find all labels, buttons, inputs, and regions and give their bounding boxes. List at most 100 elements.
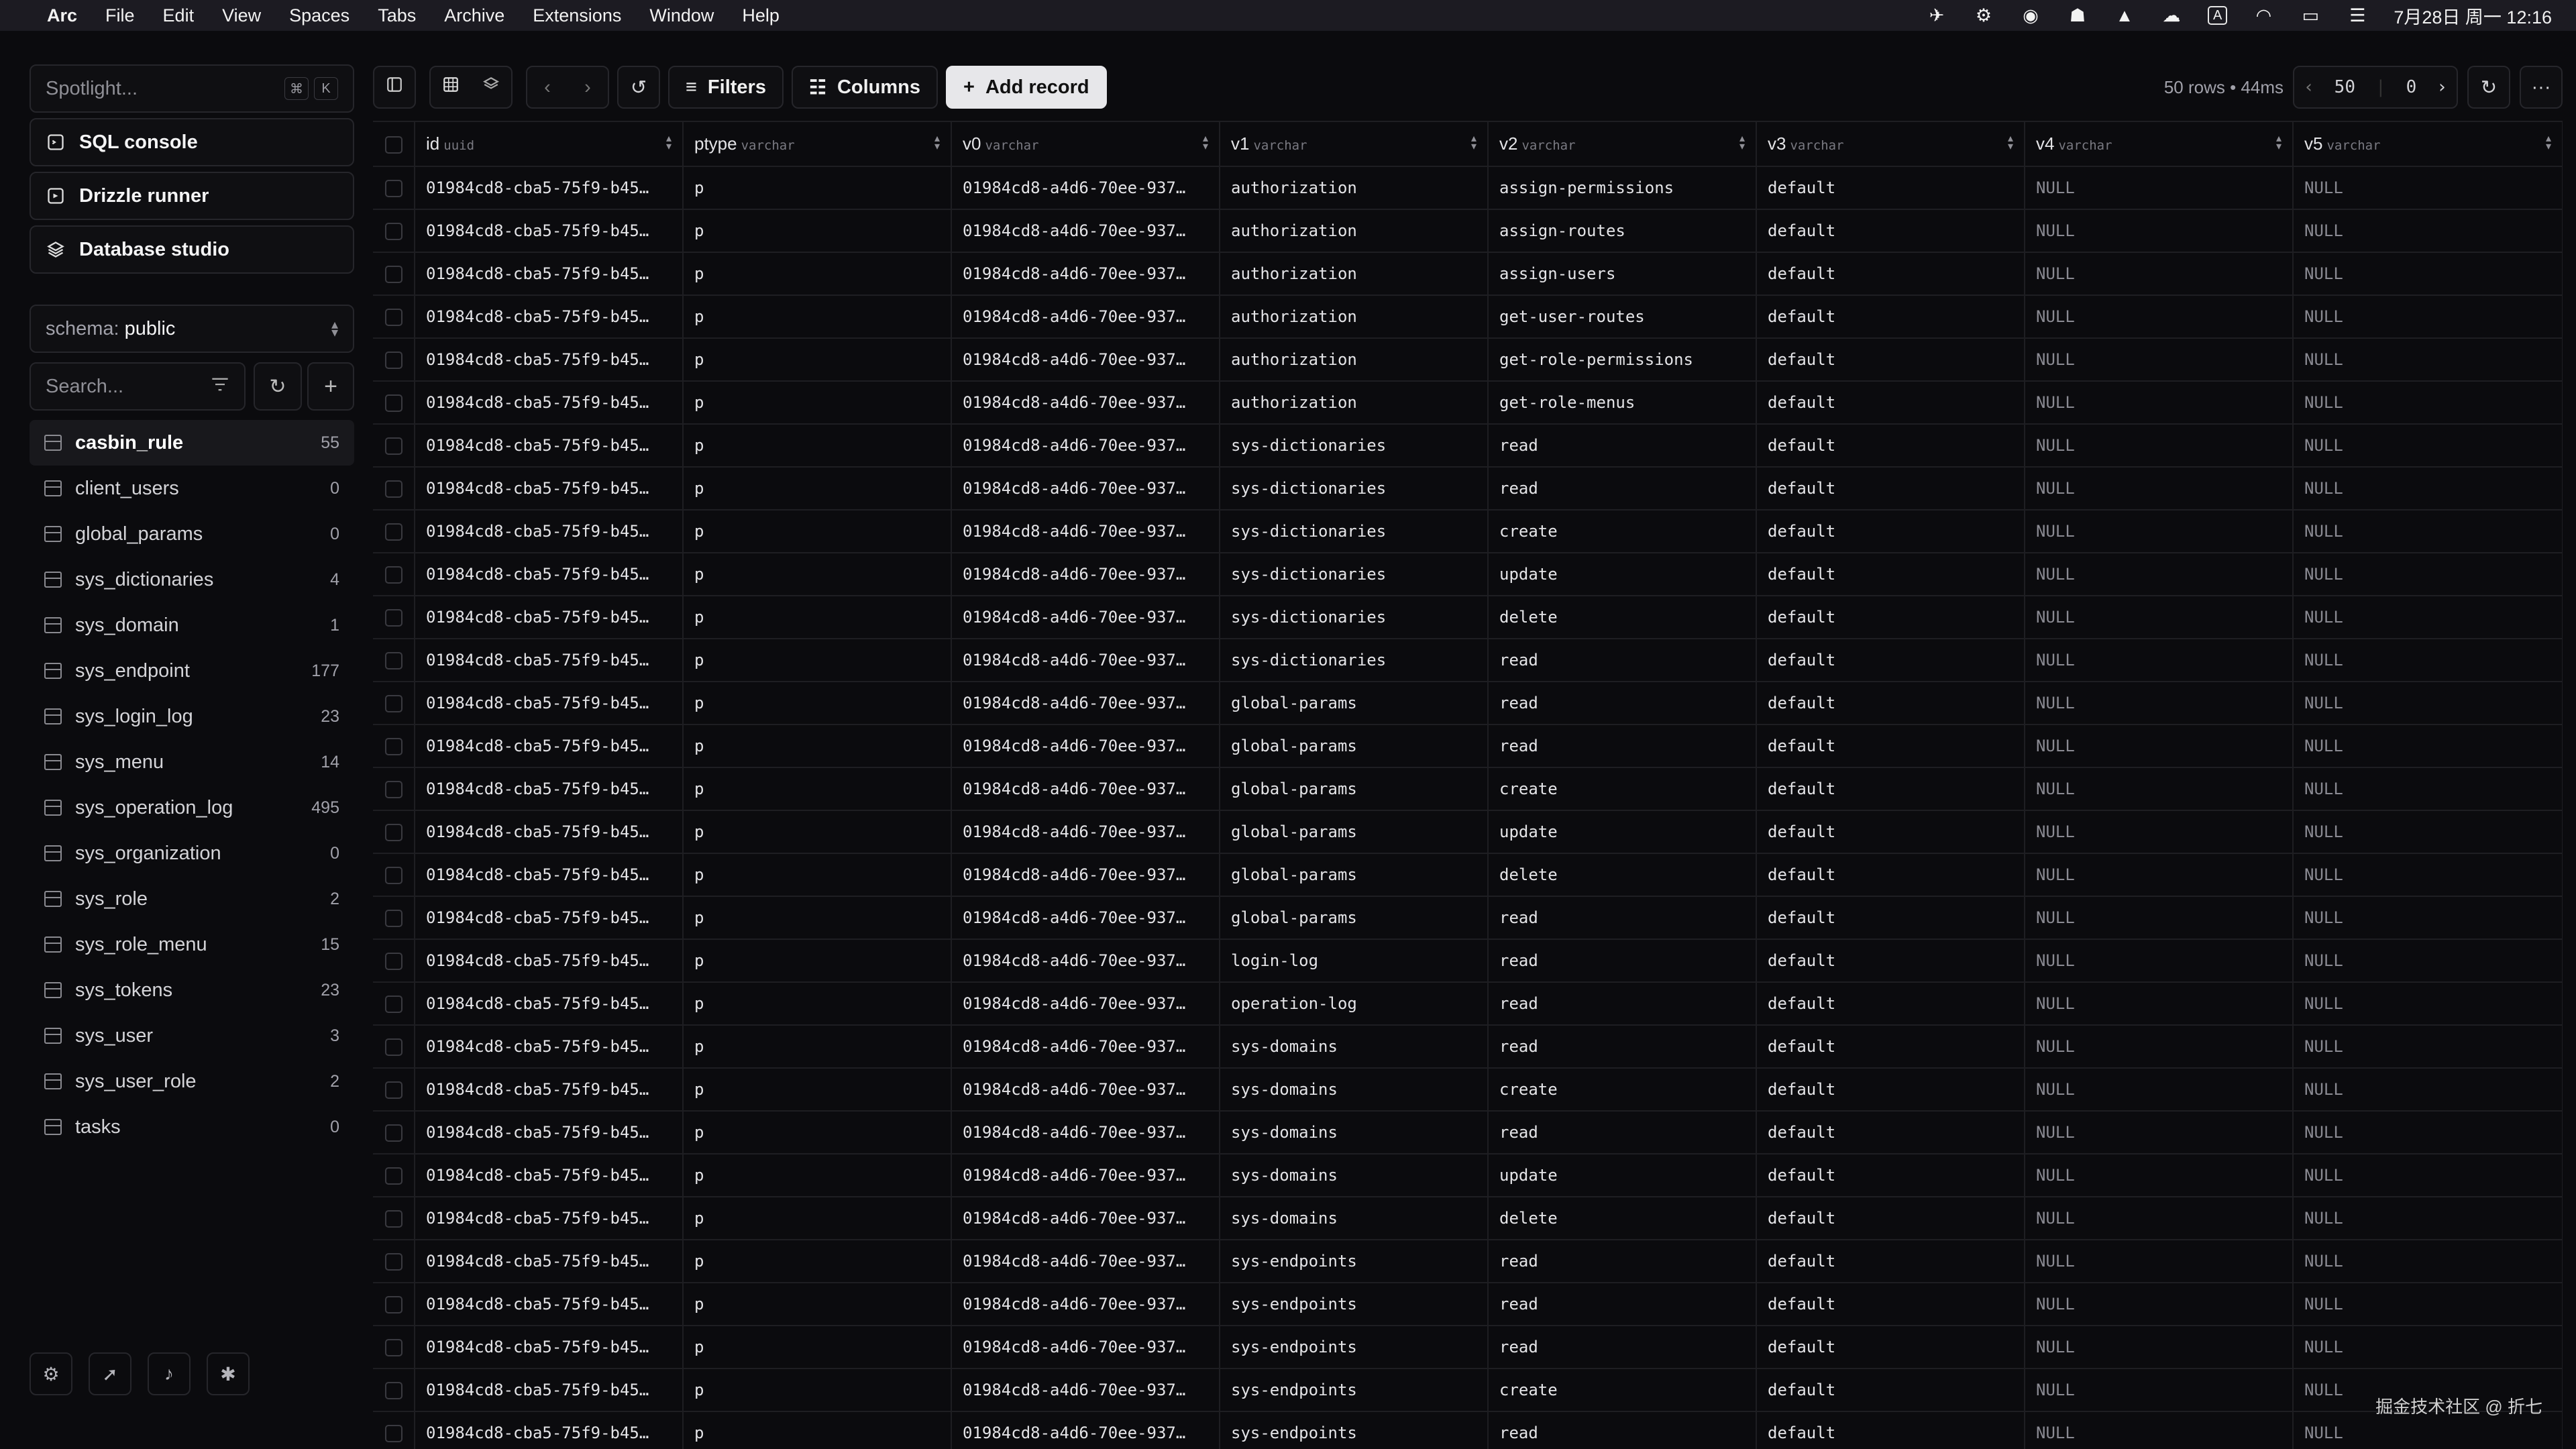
cell-v5[interactable]: NULL bbox=[2293, 682, 2563, 725]
cell-v2[interactable]: read bbox=[1488, 724, 1757, 768]
table-row[interactable]: 01984cd8-cba5-75f9-b45… p 01984cd8-a4d6-70… bbox=[373, 724, 2563, 768]
cell-id[interactable]: 01984cd8-cba5-75f9-b45… bbox=[415, 1025, 684, 1069]
cell-v2[interactable]: delete bbox=[1488, 853, 1757, 897]
table-list-item[interactable]: casbin_rule 55 bbox=[30, 420, 354, 466]
cell-v3[interactable]: default bbox=[1756, 467, 2025, 511]
cell-ptype[interactable]: p bbox=[683, 596, 952, 639]
cell-v1[interactable]: authorization bbox=[1220, 381, 1489, 425]
row-checkbox[interactable] bbox=[373, 467, 415, 511]
cell-v1[interactable]: sys-endpoints bbox=[1220, 1368, 1489, 1412]
row-checkbox[interactable] bbox=[373, 1197, 415, 1240]
notification-icon[interactable]: ▲ bbox=[2114, 5, 2135, 25]
table-row[interactable]: 01984cd8-cba5-75f9-b45… p 01984cd8-a4d6-70… bbox=[373, 166, 2563, 210]
cell-v0[interactable]: 01984cd8-a4d6-70ee-937… bbox=[951, 1283, 1220, 1326]
cell-id[interactable]: 01984cd8-cba5-75f9-b45… bbox=[415, 553, 684, 596]
cell-ptype[interactable]: p bbox=[683, 510, 952, 553]
cell-v0[interactable]: 01984cd8-a4d6-70ee-937… bbox=[951, 1240, 1220, 1283]
table-list-item[interactable]: sys_domain 1 bbox=[30, 602, 354, 648]
table-row[interactable]: 01984cd8-cba5-75f9-b45… p 01984cd8-a4d6-70… bbox=[373, 939, 2563, 983]
cell-v3[interactable]: default bbox=[1756, 338, 2025, 382]
nav-database-studio[interactable]: Database studio bbox=[30, 225, 354, 274]
view-toggle[interactable] bbox=[429, 66, 513, 109]
column-header-v5[interactable]: v5 varchar ▴ ▾ bbox=[2293, 122, 2563, 167]
row-checkbox[interactable] bbox=[373, 209, 415, 253]
cell-v2[interactable]: delete bbox=[1488, 596, 1757, 639]
cell-v1[interactable]: sys-dictionaries bbox=[1220, 596, 1489, 639]
cell-v2[interactable]: create bbox=[1488, 510, 1757, 553]
cell-v1[interactable]: sys-endpoints bbox=[1220, 1326, 1489, 1369]
cell-v5[interactable]: NULL bbox=[2293, 381, 2563, 425]
cell-v5[interactable]: NULL bbox=[2293, 853, 2563, 897]
cell-id[interactable]: 01984cd8-cba5-75f9-b45… bbox=[415, 853, 684, 897]
history-button[interactable]: ↺ bbox=[617, 66, 660, 109]
cell-v3[interactable]: default bbox=[1756, 596, 2025, 639]
cell-v4[interactable]: NULL bbox=[2025, 166, 2294, 210]
cell-v1[interactable]: global-params bbox=[1220, 767, 1489, 811]
cell-v1[interactable]: authorization bbox=[1220, 166, 1489, 210]
cell-v0[interactable]: 01984cd8-a4d6-70ee-937… bbox=[951, 939, 1220, 983]
cell-v2[interactable]: create bbox=[1488, 767, 1757, 811]
next-page-icon[interactable]: › bbox=[2436, 77, 2447, 97]
cell-v0[interactable]: 01984cd8-a4d6-70ee-937… bbox=[951, 381, 1220, 425]
cell-v1[interactable]: sys-endpoints bbox=[1220, 1283, 1489, 1326]
table-row[interactable]: 01984cd8-cba5-75f9-b45… p 01984cd8-a4d6-70… bbox=[373, 767, 2563, 811]
cell-v5[interactable]: NULL bbox=[2293, 1283, 2563, 1326]
cell-v4[interactable]: NULL bbox=[2025, 639, 2294, 682]
cell-v5[interactable]: NULL bbox=[2293, 338, 2563, 382]
cell-v5[interactable]: NULL bbox=[2293, 553, 2563, 596]
table-row[interactable]: 01984cd8-cba5-75f9-b45… p 01984cd8-a4d6-70… bbox=[373, 1411, 2563, 1449]
cell-v5[interactable]: NULL bbox=[2293, 1111, 2563, 1155]
cell-v5[interactable]: NULL bbox=[2293, 166, 2563, 210]
cell-ptype[interactable]: p bbox=[683, 1368, 952, 1412]
cell-id[interactable]: 01984cd8-cba5-75f9-b45… bbox=[415, 1197, 684, 1240]
cell-id[interactable]: 01984cd8-cba5-75f9-b45… bbox=[415, 381, 684, 425]
cell-v0[interactable]: 01984cd8-a4d6-70ee-937… bbox=[951, 1197, 1220, 1240]
cell-ptype[interactable]: p bbox=[683, 639, 952, 682]
cell-id[interactable]: 01984cd8-cba5-75f9-b45… bbox=[415, 1111, 684, 1155]
cell-v0[interactable]: 01984cd8-a4d6-70ee-937… bbox=[951, 338, 1220, 382]
cell-v1[interactable]: authorization bbox=[1220, 338, 1489, 382]
cell-ptype[interactable]: p bbox=[683, 209, 952, 253]
table-row[interactable]: 01984cd8-cba5-75f9-b45… p 01984cd8-a4d6-70… bbox=[373, 853, 2563, 897]
menu-item-help[interactable]: Help bbox=[742, 5, 780, 26]
cell-v3[interactable]: default bbox=[1756, 853, 2025, 897]
cell-v4[interactable]: NULL bbox=[2025, 1326, 2294, 1369]
cell-id[interactable]: 01984cd8-cba5-75f9-b45… bbox=[415, 1240, 684, 1283]
row-checkbox[interactable] bbox=[373, 166, 415, 210]
cell-v4[interactable]: NULL bbox=[2025, 682, 2294, 725]
cell-v1[interactable]: sys-domains bbox=[1220, 1068, 1489, 1112]
cell-v3[interactable]: default bbox=[1756, 1283, 2025, 1326]
column-header-id[interactable]: id uuid ▴ ▾ bbox=[415, 122, 684, 167]
cell-v0[interactable]: 01984cd8-a4d6-70ee-937… bbox=[951, 209, 1220, 253]
cell-ptype[interactable]: p bbox=[683, 1025, 952, 1069]
forward-icon[interactable]: › bbox=[584, 76, 591, 99]
table-row[interactable]: 01984cd8-cba5-75f9-b45… p 01984cd8-a4d6-70… bbox=[373, 252, 2563, 296]
cell-v4[interactable]: NULL bbox=[2025, 1240, 2294, 1283]
cell-v0[interactable]: 01984cd8-a4d6-70ee-937… bbox=[951, 510, 1220, 553]
cell-id[interactable]: 01984cd8-cba5-75f9-b45… bbox=[415, 1068, 684, 1112]
menu-item-edit[interactable]: Edit bbox=[163, 5, 195, 26]
cell-v3[interactable]: default bbox=[1756, 1154, 2025, 1197]
cell-v2[interactable]: create bbox=[1488, 1368, 1757, 1412]
table-row[interactable]: 01984cd8-cba5-75f9-b45… p 01984cd8-a4d6-70… bbox=[373, 209, 2563, 253]
cell-v0[interactable]: 01984cd8-a4d6-70ee-937… bbox=[951, 553, 1220, 596]
cell-v2[interactable]: update bbox=[1488, 1154, 1757, 1197]
cell-v4[interactable]: NULL bbox=[2025, 724, 2294, 768]
cell-v2[interactable]: read bbox=[1488, 1240, 1757, 1283]
cell-v3[interactable]: default bbox=[1756, 1240, 2025, 1283]
cell-id[interactable]: 01984cd8-cba5-75f9-b45… bbox=[415, 1283, 684, 1326]
cell-v0[interactable]: 01984cd8-a4d6-70ee-937… bbox=[951, 1068, 1220, 1112]
cell-v5[interactable]: NULL bbox=[2293, 724, 2563, 768]
table-list-item[interactable]: sys_role_menu 15 bbox=[30, 922, 354, 967]
table-row[interactable]: 01984cd8-cba5-75f9-b45… p 01984cd8-a4d6-70… bbox=[373, 639, 2563, 682]
cell-v1[interactable]: global-params bbox=[1220, 810, 1489, 854]
cell-v3[interactable]: default bbox=[1756, 1368, 2025, 1412]
wechat-icon[interactable]: ☁ bbox=[2161, 5, 2182, 25]
cell-v3[interactable]: default bbox=[1756, 639, 2025, 682]
table-row[interactable]: 01984cd8-cba5-75f9-b45… p 01984cd8-a4d6-70… bbox=[373, 1368, 2563, 1412]
cell-ptype[interactable]: p bbox=[683, 1240, 952, 1283]
cell-v2[interactable]: read bbox=[1488, 1025, 1757, 1069]
menu-item-extensions[interactable]: Extensions bbox=[533, 5, 621, 26]
cell-v4[interactable]: NULL bbox=[2025, 252, 2294, 296]
filter-icon[interactable] bbox=[211, 376, 229, 398]
